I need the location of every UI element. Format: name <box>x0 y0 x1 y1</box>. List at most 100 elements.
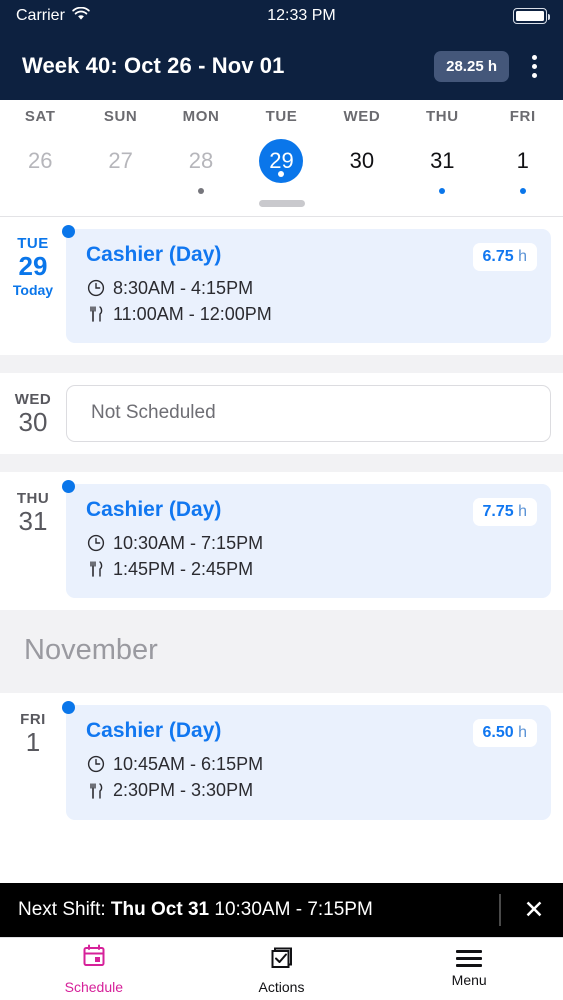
next-shift-time: 10:30AM - 7:15PM <box>209 899 373 920</box>
week-day-event-dot <box>359 188 365 194</box>
shift-hours-value: 7.75 <box>482 503 514 521</box>
status-bar-time: 12:33 PM <box>267 7 336 24</box>
clock-icon <box>86 279 105 298</box>
week-day-label: WED <box>343 108 381 125</box>
tab-menu[interactable]: Menu <box>375 938 563 1000</box>
bottom-tab-bar: Schedule Actions Menu <box>0 937 563 1000</box>
shift-status-dot <box>62 480 75 494</box>
shift-role-title: Cashier (Day) <box>86 243 222 266</box>
carrier-label: Carrier <box>16 7 65 24</box>
break-time-text: 1:45PM - 2:45PM <box>113 559 254 580</box>
status-bar-right <box>513 8 550 24</box>
day-number-label: 1 <box>25 727 41 758</box>
week-day-number-wrap[interactable]: 26 <box>18 139 62 183</box>
week-day-event-dot <box>198 188 205 194</box>
week-day-number: 1 <box>516 148 529 173</box>
week-day-label: MON <box>182 108 220 125</box>
fork-knife-icon <box>86 305 105 324</box>
day-dow-label: FRI <box>20 711 46 729</box>
week-day-thu[interactable]: THU 31 <box>402 108 482 194</box>
shift-time-line: 10:45AM - 6:15PM <box>86 751 463 777</box>
shift-time-text: 10:30AM - 7:15PM <box>113 533 264 554</box>
week-day-event-dot <box>37 188 43 194</box>
shift-card-main: Cashier (Day) 10:30AM - 7:15PM 1:45PM - 2:… <box>86 498 463 582</box>
day-dow-label: TUE <box>17 235 49 252</box>
break-time-line: 2:30PM - 3:30PM <box>86 777 463 803</box>
day-date-column: TUE 29 Today <box>0 229 66 298</box>
break-time-line: 1:45PM - 2:45PM <box>86 556 463 582</box>
break-time-text: 11:00AM - 12:00PM <box>113 304 272 325</box>
day-date-column: THU 31 <box>0 484 66 537</box>
shift-hours-unit: h <box>518 248 527 265</box>
day-dow-label: WED <box>14 391 52 409</box>
checkbox-stack-icon <box>269 943 295 974</box>
shift-hours-unit: h <box>518 724 527 742</box>
calendar-icon <box>81 943 107 974</box>
day-dow-label: THU <box>16 490 50 508</box>
week-day-number-wrap[interactable]: 31 <box>420 139 464 183</box>
schedule-day-row[interactable]: TUE 29 Today Cashier (Day) 8:30AM - 4:15PM 11… <box>0 217 563 356</box>
tab-actions[interactable]: Actions <box>188 938 376 1000</box>
week-day-label: SAT <box>24 108 56 125</box>
day-date-column: WED 30 <box>0 385 66 438</box>
week-day-label: SUN <box>103 108 138 125</box>
shift-card[interactable]: Cashier (Day) 8:30AM - 4:15PM 11:00AM - 12… <box>62 225 551 344</box>
week-day-sun[interactable]: SUN 27 <box>80 108 160 194</box>
month-label: November <box>24 634 158 667</box>
week-day-number-wrap[interactable]: 28 <box>179 139 223 183</box>
shift-card-main: Cashier (Day) 10:45AM - 6:15PM 2:30PM - 3:… <box>86 719 463 803</box>
week-day-label: FRI <box>509 108 536 125</box>
week-day-mon[interactable]: MON 28 <box>161 108 241 194</box>
week-day-event-dot <box>519 188 526 194</box>
row-separator <box>0 454 563 473</box>
shift-hours-unit: h <box>518 503 527 521</box>
shift-role-title: Cashier (Day) <box>86 719 222 743</box>
week-day-event-dot <box>118 188 124 194</box>
next-shift-banner[interactable]: Next Shift: Thu Oct 31 10:30AM - 7:15PM … <box>0 883 563 937</box>
schedule-day-row[interactable]: WED 30 Not Scheduled <box>0 373 563 455</box>
schedule-day-row[interactable]: THU 31 Cashier (Day) 10:30AM - 7:15PM 1:45PM… <box>0 472 563 611</box>
status-bar-left: Carrier <box>16 6 90 26</box>
shift-status-dot <box>62 225 75 238</box>
wifi-icon <box>72 6 90 26</box>
tab-label: Schedule <box>64 979 124 995</box>
week-day-number-wrap[interactable]: 1 <box>501 139 545 183</box>
schedule-day-row[interactable]: FRI 1 Cashier (Day) 10:45AM - 6:15PM 2:30PM … <box>0 693 563 832</box>
week-day-number: 26 <box>27 148 53 173</box>
close-icon[interactable]: ✕ <box>505 895 563 925</box>
day-number-label: 30 <box>18 407 48 438</box>
week-day-wed[interactable]: WED 30 <box>322 108 402 194</box>
week-day-number: 28 <box>188 148 214 173</box>
kebab-menu-icon[interactable] <box>519 49 549 84</box>
shift-time-line: 10:30AM - 7:15PM <box>86 530 463 556</box>
day-date-column: FRI 1 <box>0 705 66 758</box>
week-day-number-wrap[interactable]: 27 <box>99 139 143 183</box>
clock-icon <box>86 534 105 553</box>
next-shift-day: Thu Oct 31 <box>110 899 210 920</box>
month-section-header: November <box>0 610 563 694</box>
clock-icon <box>86 755 105 774</box>
shift-hours-value: 6.50 <box>482 724 514 742</box>
drag-handle[interactable] <box>258 200 305 207</box>
tab-schedule[interactable]: Schedule <box>0 938 188 1000</box>
week-day-sat[interactable]: SAT 26 <box>0 108 80 194</box>
week-day-fri[interactable]: FRI 1 <box>483 108 563 194</box>
week-day-number-wrap[interactable]: 30 <box>340 139 384 183</box>
week-day-event-dot <box>439 188 446 194</box>
shift-card-main: Cashier (Day) 8:30AM - 4:15PM 11:00AM - 12… <box>86 243 463 327</box>
week-day-tue[interactable]: TUE 29 <box>241 108 321 194</box>
shift-card[interactable]: Cashier (Day) 10:45AM - 6:15PM 2:30PM - 3:… <box>62 701 551 820</box>
calendar-icon <box>83 944 105 966</box>
schedule-list[interactable]: TUE 29 Today Cashier (Day) 8:30AM - 4:15PM 11… <box>0 217 563 937</box>
app-root: Carrier 12:33 PM Week 40: Oct 26 - Nov 0… <box>0 0 563 1000</box>
week-day-label: THU <box>426 108 459 125</box>
hamburger-icon <box>456 950 483 967</box>
shift-hours-badge: 7.75 h <box>472 498 537 527</box>
week-day-number: 30 <box>349 148 375 173</box>
week-day-number: 27 <box>108 148 133 173</box>
banner-divider <box>499 894 501 926</box>
shift-card[interactable]: Cashier (Day) 10:30AM - 7:15PM 1:45PM - 2:… <box>62 480 551 599</box>
not-scheduled-card[interactable]: Not Scheduled <box>66 385 551 443</box>
week-day-number: 31 <box>430 148 455 173</box>
week-hours-badge[interactable]: 28.25 h <box>434 50 509 82</box>
